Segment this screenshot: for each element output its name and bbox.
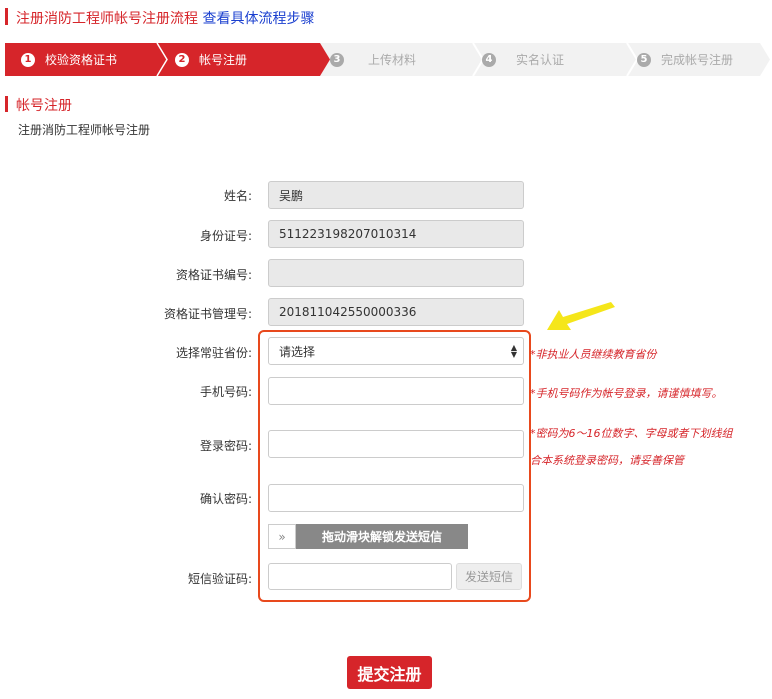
step-2-number: 2 — [175, 52, 189, 67]
password-label: 登录密码: — [199, 439, 252, 453]
confirm-password-label: 确认密码: — [199, 492, 252, 506]
step-5: 5 完成帐号注册 — [637, 43, 733, 76]
highlight-box — [258, 330, 531, 602]
province-hint: *非执业人员继续教育省份 — [530, 348, 657, 361]
phone-label: 手机号码: — [199, 385, 252, 399]
sms-code-label: 短信验证码: — [187, 572, 252, 586]
view-steps-link[interactable]: 查看具体流程步骤 — [202, 11, 314, 27]
cert-mgmt-field: 201811042550000336 — [268, 298, 524, 326]
step-4-number: 4 — [482, 52, 496, 67]
slider-track[interactable]: 拖动滑块解锁发送短信 — [296, 524, 468, 549]
step-1-label: 校验资格证书 — [45, 53, 118, 67]
section-title: 帐号注册 — [16, 98, 72, 114]
name-field: 吴鹏 — [268, 181, 524, 209]
password-hint-line2: 合本系统登录密码，请妥善保管 — [530, 454, 684, 467]
cert-mgmt-label: 资格证书管理号: — [163, 307, 252, 321]
id-number-value: 511223198207010314 — [279, 227, 417, 241]
step-progress-bar: 1 校验资格证书 2 帐号注册 3 上传材料 4 实名认证 5 完成帐号注册 — [5, 43, 770, 76]
cert-mgmt-value: 201811042550000336 — [279, 305, 417, 319]
section-accent-bar — [5, 96, 8, 112]
phone-hint: *手机号码作为帐号登录，请谨慎填写。 — [530, 387, 723, 400]
phone-input[interactable] — [268, 377, 524, 405]
send-sms-button[interactable]: 发送短信 — [456, 563, 522, 590]
password-hint-line1: *密码为6～16位数字、字母或者下划线组 — [530, 427, 733, 440]
name-value: 吴鹏 — [279, 188, 304, 203]
step-2-label: 帐号注册 — [199, 53, 248, 67]
step-3-label: 上传材料 — [368, 53, 417, 67]
section-subtitle: 注册消防工程师帐号注册 — [18, 123, 151, 137]
select-arrows-icon: ▲ ▼ — [510, 343, 517, 359]
step-4-label: 实名认证 — [516, 53, 565, 67]
page-title-text: 注册消防工程师帐号注册流程 — [16, 11, 198, 27]
sms-code-input[interactable] — [268, 563, 452, 590]
name-label: 姓名: — [223, 189, 252, 203]
header-accent-bar — [5, 8, 8, 25]
step-3: 3 上传材料 — [330, 43, 416, 76]
page-title: 注册消防工程师帐号注册流程 查看具体流程步骤 — [16, 8, 314, 28]
cert-number-label: 资格证书编号: — [175, 268, 252, 282]
province-select[interactable]: 请选择 ▲ ▼ — [268, 337, 524, 365]
step-5-number: 5 — [637, 52, 651, 67]
submit-button[interactable]: 提交注册 — [347, 656, 432, 689]
step-4: 4 实名认证 — [482, 43, 564, 76]
id-number-field: 511223198207010314 — [268, 220, 524, 248]
step-5-label: 完成帐号注册 — [661, 53, 734, 67]
password-input[interactable] — [268, 430, 524, 458]
step-1: 1 校验资格证书 — [21, 43, 117, 76]
step-1-number: 1 — [21, 52, 35, 67]
step-3-number: 3 — [330, 52, 344, 67]
id-number-label: 身份证号: — [199, 229, 252, 243]
slider-handle[interactable]: » — [268, 524, 296, 549]
confirm-password-input[interactable] — [268, 484, 524, 512]
step-2: 2 帐号注册 — [175, 43, 247, 76]
pointer-arrow-icon — [547, 302, 615, 330]
province-select-value: 请选择 — [279, 344, 316, 359]
province-label: 选择常驻省份: — [175, 346, 252, 360]
cert-number-field — [268, 259, 524, 287]
